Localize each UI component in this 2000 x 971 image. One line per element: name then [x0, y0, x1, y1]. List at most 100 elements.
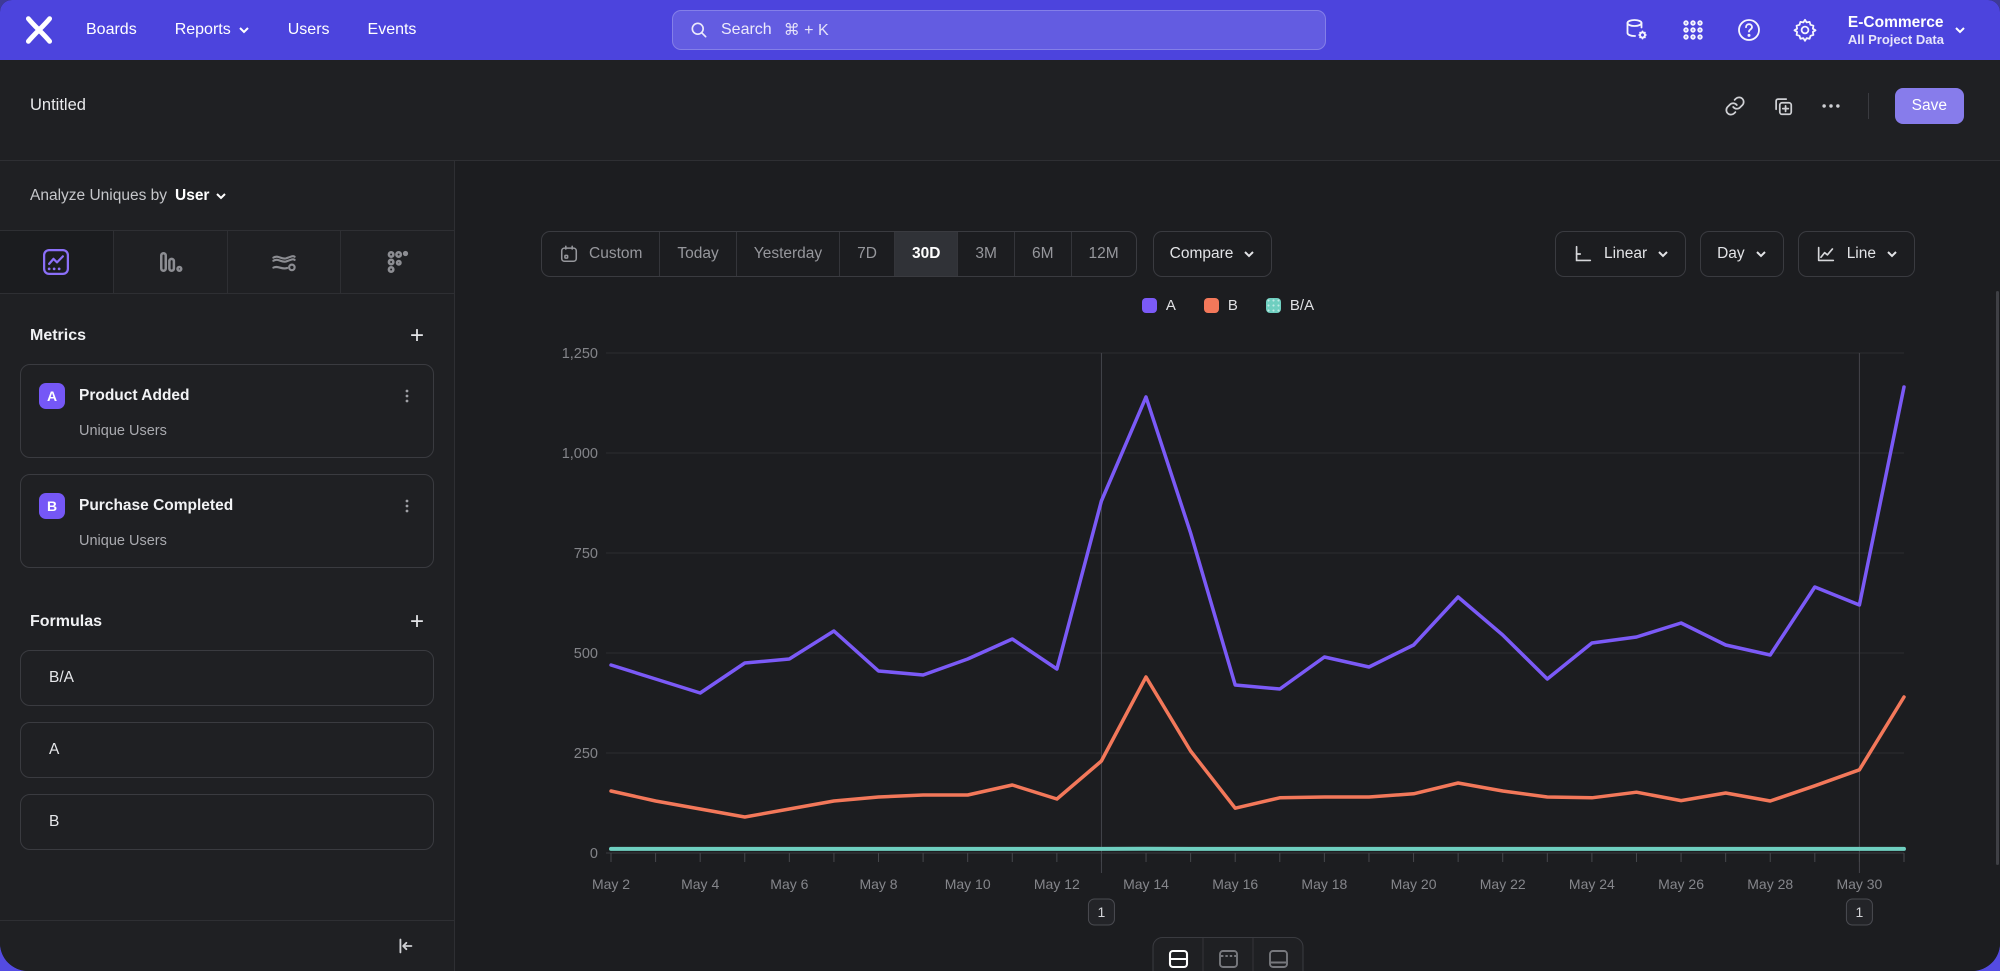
report-actions: Save: [1724, 88, 1964, 124]
bar-chart-icon: [155, 247, 185, 277]
top-nav: Boards Reports Users Events Search ⌘ + K: [0, 0, 2000, 60]
split-view-icon: [1166, 947, 1190, 971]
flows-icon: [269, 247, 299, 277]
svg-text:May 24: May 24: [1569, 876, 1615, 892]
nav-item-reports[interactable]: Reports: [175, 21, 250, 39]
metric-measure[interactable]: Unique Users: [21, 519, 433, 549]
formula-card[interactable]: B/A: [20, 650, 434, 706]
insights-chart-icon: [41, 247, 71, 277]
tab-insights[interactable]: [0, 231, 114, 293]
svg-text:1,250: 1,250: [562, 346, 598, 362]
svg-text:May 2: May 2: [592, 876, 630, 892]
add-formula-button[interactable]: +: [410, 610, 424, 634]
view-toggle: [1153, 937, 1304, 971]
svg-text:750: 750: [574, 546, 598, 562]
svg-text:1: 1: [1856, 904, 1864, 920]
report-title[interactable]: Untitled: [30, 96, 86, 115]
formulas-header: Formulas +: [0, 610, 454, 634]
nav-item-reports-label: Reports: [175, 21, 231, 39]
analyze-row: Analyze Uniques by User: [0, 161, 454, 231]
svg-text:May 18: May 18: [1301, 876, 1347, 892]
view-toggle-split[interactable]: [1154, 938, 1204, 971]
tab-flows[interactable]: [228, 231, 342, 293]
svg-text:1,000: 1,000: [562, 446, 598, 462]
nav-items: Boards Reports Users Events: [86, 21, 416, 39]
metric-card-a[interactable]: A Product Added Unique Users: [20, 364, 434, 458]
scrollbar[interactable]: [1996, 291, 1999, 865]
chart-view-icon: [1266, 947, 1290, 971]
retention-icon: [383, 247, 413, 277]
nav-item-boards[interactable]: Boards: [86, 21, 137, 39]
duplicate-icon[interactable]: [1772, 95, 1794, 117]
table-view-icon: [1216, 947, 1240, 971]
divider: [1868, 93, 1869, 119]
view-toggle-table[interactable]: [1204, 938, 1254, 971]
metrics-header: Metrics +: [0, 324, 454, 348]
app-window: Boards Reports Users Events Search ⌘ + K: [0, 0, 2000, 971]
analyze-entity-value: User: [175, 187, 209, 205]
save-button[interactable]: Save: [1895, 88, 1964, 124]
formula-card[interactable]: A: [20, 722, 434, 778]
report-header: Untitled Save: [0, 60, 2000, 161]
tab-retention[interactable]: [341, 231, 454, 293]
svg-text:May 12: May 12: [1034, 876, 1080, 892]
svg-text:0: 0: [590, 846, 598, 862]
query-sidebar: Analyze Uniques by User: [0, 161, 455, 971]
project-name: E-Commerce: [1848, 13, 1944, 32]
view-toggle-chart[interactable]: [1254, 938, 1303, 971]
chevron-down-icon: [238, 24, 250, 36]
metric-menu-icon[interactable]: [399, 388, 415, 404]
settings-gear-icon[interactable]: [1792, 17, 1818, 43]
search-icon: [689, 20, 709, 40]
nav-item-users[interactable]: Users: [288, 21, 330, 39]
svg-text:May 14: May 14: [1123, 876, 1169, 892]
metric-card-b[interactable]: B Purchase Completed Unique Users: [20, 474, 434, 568]
metric-letter-badge: A: [39, 383, 65, 409]
svg-text:May 22: May 22: [1480, 876, 1526, 892]
svg-text:May 4: May 4: [681, 876, 719, 892]
svg-text:250: 250: [574, 746, 598, 762]
svg-text:May 16: May 16: [1212, 876, 1258, 892]
formulas-title: Formulas: [30, 613, 102, 631]
mixpanel-logo-icon[interactable]: [22, 13, 56, 47]
chevron-down-icon: [215, 190, 227, 202]
metric-letter-badge: B: [39, 493, 65, 519]
sidebar-footer: [0, 920, 454, 971]
formula-card[interactable]: B: [20, 794, 434, 850]
svg-text:May 8: May 8: [859, 876, 897, 892]
svg-text:May 30: May 30: [1836, 876, 1882, 892]
more-ellipsis-icon[interactable]: [1820, 95, 1842, 117]
add-metric-button[interactable]: +: [410, 324, 424, 348]
nav-item-events[interactable]: Events: [368, 21, 417, 39]
report-canvas: Custom Today Yesterday 7D 30D 3M 6M 12M …: [456, 161, 2000, 971]
metric-name: Purchase Completed: [79, 497, 385, 515]
chart-type-tabs: [0, 231, 454, 294]
svg-text:May 10: May 10: [945, 876, 991, 892]
copy-link-icon[interactable]: [1724, 95, 1746, 117]
nav-right: E-Commerce All Project Data: [1624, 0, 1966, 60]
analyze-entity-dropdown[interactable]: User: [175, 187, 227, 205]
data-sources-icon[interactable]: [1624, 17, 1650, 43]
analyze-prefix-label: Analyze Uniques by: [30, 187, 167, 205]
search-shortcut: ⌘ + K: [784, 20, 829, 40]
svg-text:May 26: May 26: [1658, 876, 1704, 892]
apps-grid-icon[interactable]: [1680, 17, 1706, 43]
svg-text:May 20: May 20: [1391, 876, 1437, 892]
svg-text:May 28: May 28: [1747, 876, 1793, 892]
metric-menu-icon[interactable]: [399, 498, 415, 514]
svg-text:May 6: May 6: [770, 876, 808, 892]
metric-measure[interactable]: Unique Users: [21, 409, 433, 439]
project-scope: All Project Data: [1848, 32, 1944, 48]
metrics-title: Metrics: [30, 327, 86, 345]
search-input[interactable]: Search ⌘ + K: [672, 10, 1326, 50]
collapse-sidebar-icon[interactable]: [394, 935, 416, 957]
line-chart[interactable]: 0 250 500 750 1,000 1,250 May 2 May 4 May 6 May 8…: [456, 161, 2000, 971]
help-icon[interactable]: [1736, 17, 1762, 43]
svg-text:1: 1: [1098, 904, 1106, 920]
tab-funnels[interactable]: [114, 231, 228, 293]
metric-name: Product Added: [79, 387, 385, 405]
search-label: Search: [721, 21, 772, 39]
svg-text:500: 500: [574, 646, 598, 662]
project-selector[interactable]: E-Commerce All Project Data: [1848, 13, 1966, 48]
chevron-down-icon: [1954, 24, 1966, 36]
